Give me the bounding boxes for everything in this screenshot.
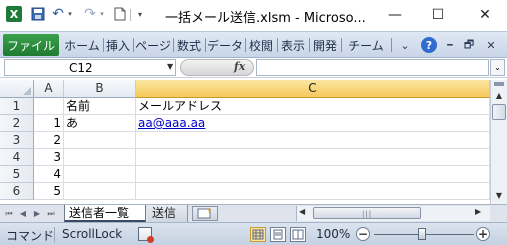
row-header-2[interactable]: 2 bbox=[0, 115, 34, 132]
cell-c6[interactable] bbox=[136, 183, 490, 200]
insert-function-icon[interactable]: fx bbox=[234, 60, 245, 73]
name-box-dropdown-icon[interactable]: ▼ bbox=[167, 62, 173, 71]
vertical-scrollbar[interactable]: ▲ ▼ bbox=[490, 80, 507, 204]
select-all-button[interactable] bbox=[0, 80, 34, 98]
redo-dropdown-icon[interactable]: ▾ bbox=[98, 6, 106, 22]
cell-b4[interactable] bbox=[64, 149, 136, 166]
minimize-button[interactable]: — bbox=[380, 3, 410, 27]
cell-c4[interactable] bbox=[136, 149, 490, 166]
status-separator bbox=[54, 227, 55, 242]
ribbon-tab-bar: ファイル ホーム 挿入 ページ 数式 データ 校閲 表示 開発 チーム ⌄ ? … bbox=[0, 31, 507, 58]
help-icon[interactable]: ? bbox=[421, 37, 437, 53]
tab-data[interactable]: データ bbox=[206, 36, 244, 55]
scroll-right-icon[interactable]: ▶ bbox=[475, 207, 481, 216]
page-layout-view-button[interactable] bbox=[270, 227, 286, 242]
zoom-in-button[interactable]: + bbox=[476, 227, 490, 241]
cell-a5[interactable]: 4 bbox=[34, 166, 64, 183]
cell-c2-email-link[interactable]: aa@aaa.aa bbox=[136, 115, 490, 132]
normal-view-button[interactable] bbox=[250, 227, 266, 242]
tab-formulas[interactable]: 数式 bbox=[174, 36, 204, 55]
tab-review[interactable]: 校閲 bbox=[246, 36, 276, 55]
status-scroll-lock: ScrollLock bbox=[62, 227, 123, 241]
name-box-value: C12 bbox=[69, 61, 93, 75]
row-header-5[interactable]: 5 bbox=[0, 166, 34, 183]
close-button[interactable]: ✕ bbox=[470, 3, 500, 27]
status-mode: コマンド bbox=[6, 229, 55, 243]
scroll-up-icon[interactable]: ▲ bbox=[491, 88, 507, 102]
column-header-b[interactable]: B bbox=[64, 80, 136, 98]
scroll-left-icon[interactable]: ◀ bbox=[299, 207, 305, 216]
workbook-restore-icon[interactable]: 🗗 bbox=[462, 36, 476, 55]
horizontal-scroll-thumb[interactable]: ||| bbox=[313, 207, 421, 219]
tab-view[interactable]: 表示 bbox=[278, 36, 308, 55]
zoom-out-button[interactable]: − bbox=[356, 227, 370, 241]
column-header-c[interactable]: C bbox=[136, 80, 490, 98]
workbook-minimize-icon[interactable]: ━ bbox=[443, 36, 457, 55]
customize-qat-icon[interactable]: ▾ bbox=[135, 6, 145, 22]
scroll-down-icon[interactable]: ▼ bbox=[491, 188, 507, 202]
cell-a2[interactable]: 1 bbox=[34, 115, 64, 132]
cell-a6[interactable]: 5 bbox=[34, 183, 64, 200]
page-break-view-button[interactable] bbox=[290, 227, 306, 242]
zoom-slider-thumb[interactable] bbox=[418, 228, 426, 240]
cell-b2[interactable]: あ bbox=[64, 115, 136, 132]
save-icon[interactable] bbox=[30, 6, 46, 22]
scroll-grip-icon: ||| bbox=[362, 210, 373, 218]
tab-file[interactable]: ファイル bbox=[3, 34, 59, 56]
worksheet-grid: A B C 1 2 3 4 5 6 名前 メールアドレス 1 あ aa@aaa.… bbox=[0, 80, 490, 204]
split-handle[interactable] bbox=[494, 82, 504, 86]
tab-insert[interactable]: 挿入 bbox=[104, 36, 132, 55]
cell-a3[interactable]: 2 bbox=[34, 132, 64, 149]
cell-b3[interactable] bbox=[64, 132, 136, 149]
redo-icon[interactable]: ↷ bbox=[82, 6, 98, 22]
cell-c5[interactable] bbox=[136, 166, 490, 183]
cell-c1[interactable]: メールアドレス bbox=[136, 98, 490, 115]
next-sheet-icon[interactable]: ▶ bbox=[31, 207, 43, 220]
formula-bar: C12 ▼ fx ⌄ bbox=[0, 58, 507, 78]
cell-b6[interactable] bbox=[64, 183, 136, 200]
row-header-3[interactable]: 3 bbox=[0, 132, 34, 149]
formula-input[interactable] bbox=[256, 59, 489, 76]
cell-a4[interactable]: 3 bbox=[34, 149, 64, 166]
cell-c3[interactable] bbox=[136, 132, 490, 149]
vertical-scroll-thumb[interactable] bbox=[492, 104, 506, 120]
zoom-level[interactable]: 100% bbox=[316, 227, 350, 241]
horizontal-scrollbar[interactable]: ◀ ||| ▶ bbox=[296, 206, 490, 221]
new-document-icon[interactable] bbox=[112, 6, 128, 22]
prev-sheet-icon[interactable]: ◀ bbox=[17, 207, 29, 220]
undo-dropdown-icon[interactable]: ▾ bbox=[66, 6, 74, 22]
row-header-6[interactable]: 6 bbox=[0, 183, 34, 200]
cell-b5[interactable] bbox=[64, 166, 136, 183]
cell-a1[interactable] bbox=[34, 98, 64, 115]
undo-icon[interactable]: ↶ bbox=[50, 6, 66, 22]
ribbon-collapse-icon[interactable]: ⌄ bbox=[398, 36, 412, 55]
sheet-tab-active[interactable]: 送信者一覧 bbox=[64, 205, 146, 222]
tab-home[interactable]: ホーム bbox=[62, 36, 102, 55]
name-box[interactable]: C12 ▼ bbox=[4, 59, 176, 76]
insert-sheet-icon[interactable] bbox=[192, 206, 218, 221]
workbook-close-icon[interactable]: ✕ bbox=[484, 36, 498, 55]
tab-page-layout[interactable]: ページ bbox=[134, 36, 172, 55]
column-header-a[interactable]: A bbox=[34, 80, 64, 98]
tab-team[interactable]: チーム bbox=[342, 36, 390, 55]
window-title: 一括メール送信.xlsm - Microso... bbox=[165, 11, 366, 26]
tab-separator bbox=[391, 38, 392, 52]
row-header-1[interactable]: 1 bbox=[0, 98, 34, 115]
cell-b1[interactable]: 名前 bbox=[64, 98, 136, 115]
maximize-button[interactable]: ☐ bbox=[423, 3, 453, 27]
row-header-4[interactable]: 4 bbox=[0, 149, 34, 166]
qat-separator bbox=[130, 9, 131, 21]
excel-app-icon[interactable]: X bbox=[6, 6, 22, 22]
expand-formula-bar-icon[interactable]: ⌄ bbox=[490, 59, 505, 76]
last-sheet-icon[interactable]: ⏭ bbox=[45, 207, 57, 220]
sheet-tab[interactable]: 送信 bbox=[148, 205, 188, 222]
macro-record-icon[interactable] bbox=[138, 227, 154, 243]
title-bar: X ↶ ▾ ↷ ▾ ▾ 一括メール送信.xlsm - Microso... — … bbox=[0, 0, 507, 30]
tab-developer[interactable]: 開発 bbox=[310, 36, 340, 55]
status-bar: コマンド ScrollLock 100% − + bbox=[0, 222, 507, 245]
sheet-tab-bar: ⏮ ◀ ▶ ⏭ 送信者一覧 送信 ◀ ||| ▶ bbox=[0, 204, 507, 222]
first-sheet-icon[interactable]: ⏮ bbox=[3, 207, 15, 220]
